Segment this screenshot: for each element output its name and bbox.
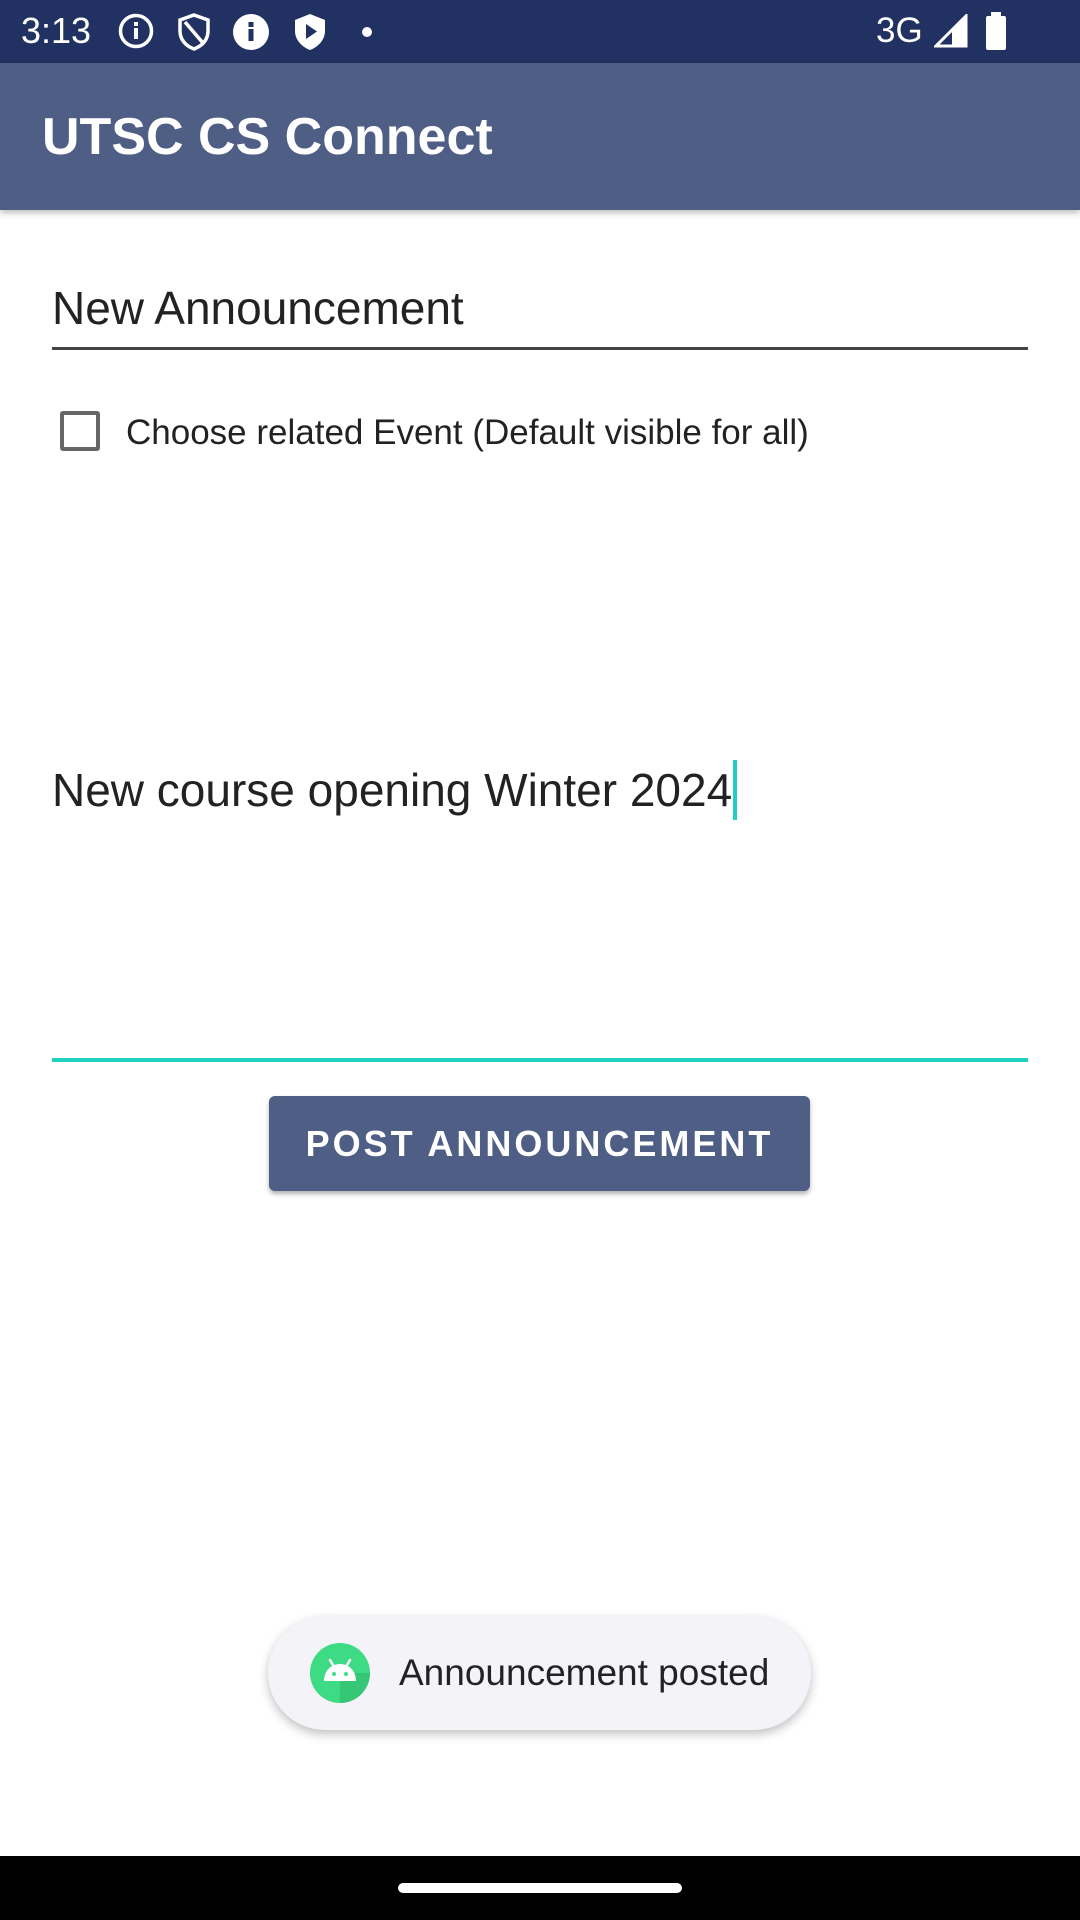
related-event-checkbox-row[interactable]: Choose related Event (Default visible fo… [58,408,958,458]
signal-icon [932,12,968,53]
post-announcement-button[interactable]: POST ANNOUNCEMENT [269,1096,810,1191]
related-event-checkbox-label: Choose related Event (Default visible fo… [126,413,809,452]
related-event-checkbox[interactable] [60,411,100,451]
announcement-title-value: New Announcement [52,282,464,334]
info-filled-icon [231,12,271,57]
battery-icon [984,11,1008,56]
screen: 3:13 3G UTSC CS Connect New Announcement… [0,0,1080,1920]
home-gesture-handle[interactable] [398,1883,682,1893]
announcement-body-value: New course opening Winter 2024 [52,760,738,820]
announcement-body-text: New course opening Winter 2024 [52,764,733,816]
android-icon [310,1643,370,1703]
text-cursor [733,760,738,820]
dot-icon [361,25,373,43]
shield-icon [176,12,212,57]
toast: Announcement posted [268,1616,811,1730]
play-shield-icon [292,12,328,57]
info-circle-icon [117,12,155,55]
status-bar: 3:13 3G [0,0,1080,63]
announcement-title-field[interactable]: New Announcement [52,272,1028,350]
toast-message: Announcement posted [399,1652,770,1693]
network-type: 3G [876,11,923,50]
announcement-body-field[interactable]: New course opening Winter 2024 [52,740,1028,1062]
app-title: UTSC CS Connect [42,108,493,166]
app-bar: UTSC CS Connect [0,63,1080,210]
navigation-bar [0,1856,1080,1920]
status-time: 3:13 [21,10,92,51]
